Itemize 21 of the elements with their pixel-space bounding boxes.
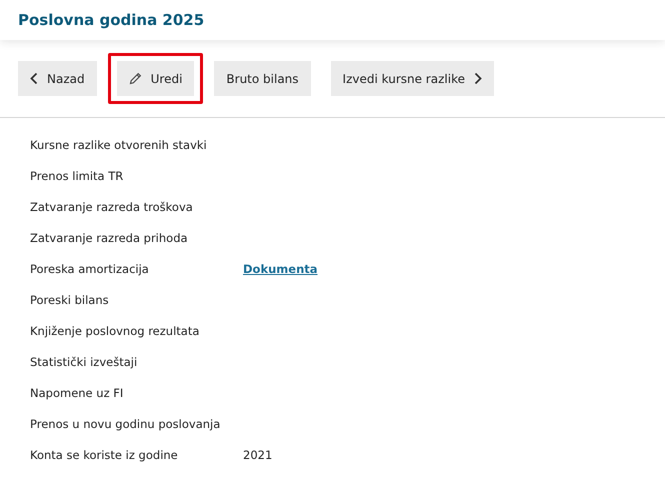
row-label: Zatvaranje razreda prihoda [30,231,189,245]
toolbar-button[interactable]: Izvedi kursne razlike [330,61,494,96]
row-label: Prenos limita TR [30,169,124,183]
row-label: Kursne razlike otvorenih stavki [30,138,208,152]
row-value: 2021 [243,448,272,462]
chevron-left-icon [30,72,38,85]
row-label: Zatvaranje razreda troškova [30,200,194,214]
row-label: Poreska amortizacija [30,262,150,276]
row-label: Poreski bilans [30,293,110,307]
row-label: Napomene uz FI [30,386,124,400]
row-label: Statistički izveštaji [30,355,138,369]
documents-link[interactable]: Dokumenta [243,262,318,276]
row-label: Konta se koriste iz godine [30,448,179,462]
back-button[interactable]: Nazad [18,61,97,96]
page-title: Poslovna godina 2025 [18,11,204,29]
chevron-right-icon [474,72,482,85]
toolbar-button[interactable]: Bruto bilans [214,61,311,96]
pencil-icon [128,72,142,85]
row-label: Knjiženje poslovnog rezultata [30,324,200,338]
edit-button[interactable]: Uredi [116,61,194,96]
row-label: Prenos u novu godinu poslovanja [30,417,222,431]
